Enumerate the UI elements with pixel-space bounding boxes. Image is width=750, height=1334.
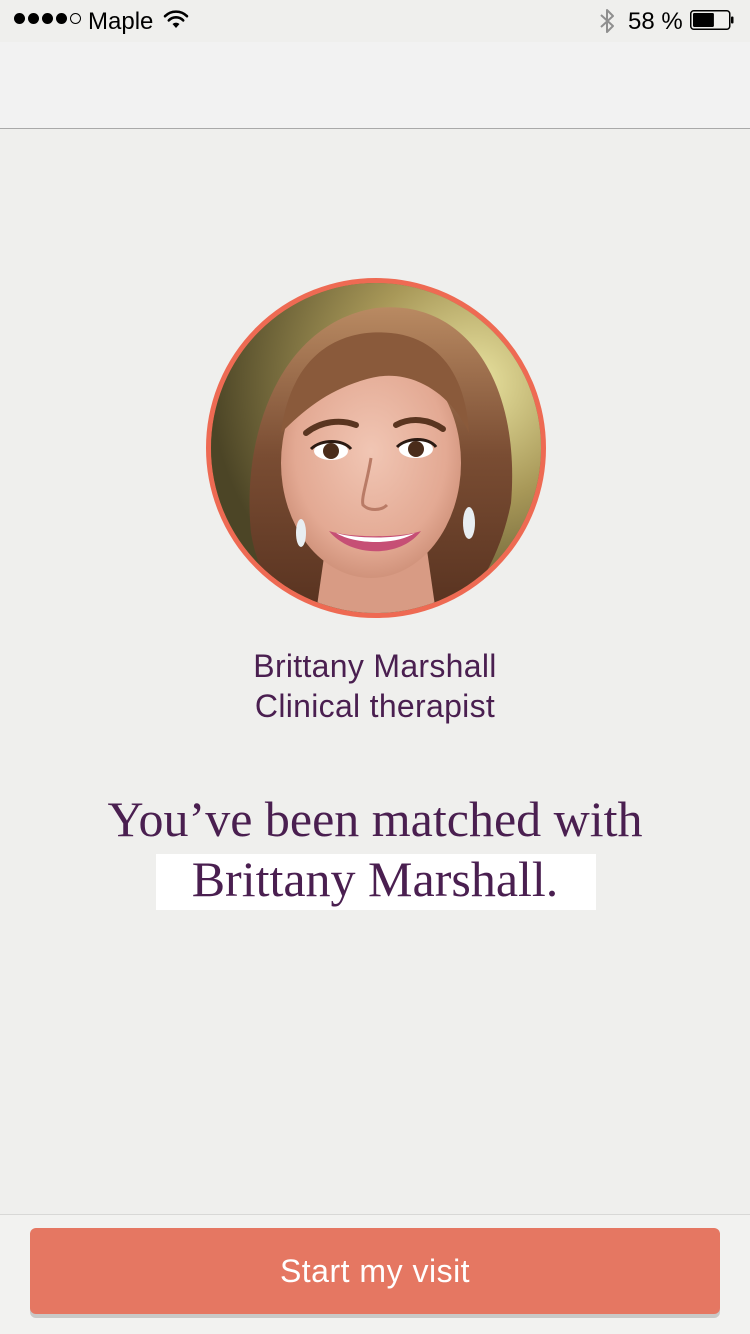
signal-strength-icon (14, 13, 81, 24)
provider-name: Brittany Marshall (253, 648, 497, 684)
bluetooth-icon (600, 9, 614, 33)
match-provider-name: Brittany Marshall. (191, 851, 559, 907)
carrier-name: Maple (88, 8, 154, 35)
provider-avatar (206, 278, 546, 618)
provider-photo (211, 283, 541, 613)
wifi-icon (163, 10, 189, 28)
battery-icon (690, 10, 734, 30)
match-headline: You’ve been matched with (107, 791, 643, 847)
start-visit-button[interactable]: Start my visit (30, 1228, 720, 1314)
status-bar: Maple 58 % (0, 0, 750, 42)
match-screen: Maple 58 % Brittany Marshall Clinical th… (0, 0, 750, 1334)
navigation-bar (0, 42, 750, 129)
provider-role: Clinical therapist (254, 688, 496, 724)
battery-percentage: 58 % (628, 8, 683, 35)
